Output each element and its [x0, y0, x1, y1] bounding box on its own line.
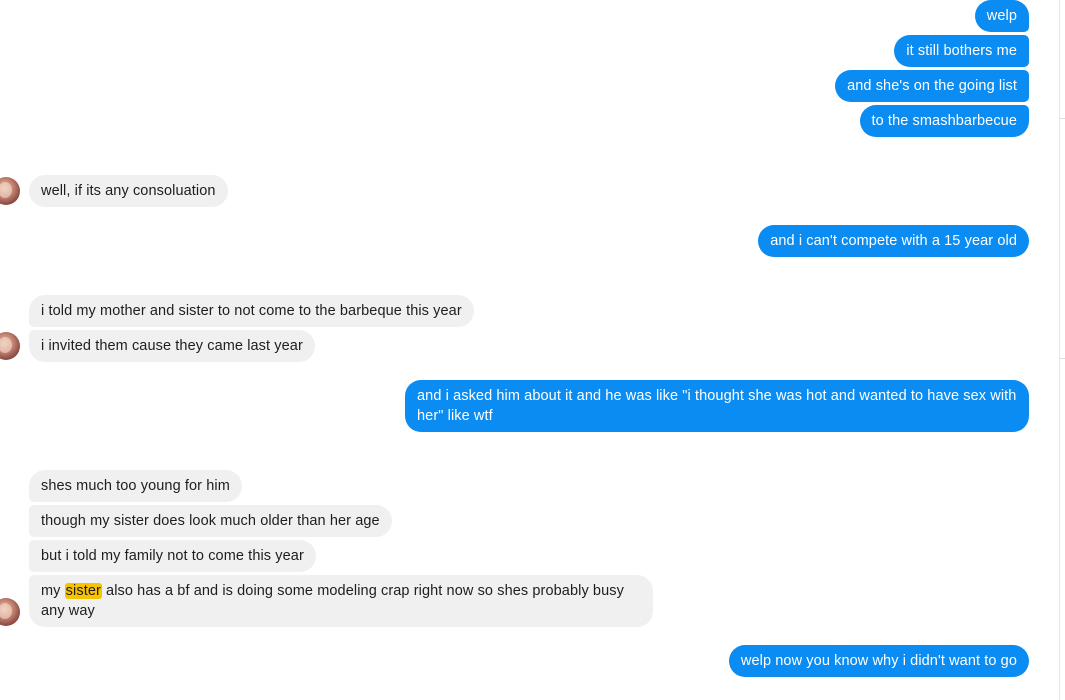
outgoing-message[interactable]: welp [974, 0, 1029, 32]
outgoing-message[interactable]: to the smashbarbecue [859, 105, 1029, 137]
message-text: my [41, 583, 65, 599]
incoming-message[interactable]: but i told my family not to come this ye… [29, 540, 316, 572]
outgoing-message[interactable]: it still bothers me [894, 35, 1029, 67]
search-highlight: sister [64, 583, 102, 599]
incoming-message[interactable]: i invited them cause they came last year [29, 330, 315, 362]
incoming-message[interactable]: my sister also has a bf and is doing som… [29, 575, 653, 627]
incoming-message[interactable]: i told my mother and sister to not come … [29, 295, 474, 327]
incoming-message[interactable]: well, if its any consoluation [29, 175, 228, 207]
conversation-thread: welp it still bothers me and she's on th… [0, 0, 1065, 700]
conversation-scrollbar[interactable] [1059, 0, 1060, 700]
incoming-message[interactable]: though my sister does look much older th… [29, 505, 392, 537]
outgoing-message[interactable]: and i asked him about it and he was like… [405, 380, 1029, 432]
scrollbar-tick [1059, 118, 1065, 119]
contact-avatar[interactable] [0, 598, 20, 626]
incoming-message[interactable]: shes much too young for him [29, 470, 242, 502]
message-text: also has a bf and is doing some modeling… [41, 583, 624, 619]
outgoing-message[interactable]: and she's on the going list [835, 70, 1029, 102]
contact-avatar[interactable] [0, 332, 20, 360]
outgoing-message[interactable]: welp now you know why i didn't want to g… [728, 645, 1029, 677]
contact-avatar[interactable] [0, 177, 20, 205]
scrollbar-tick [1059, 358, 1065, 359]
outgoing-message[interactable]: and i can't compete with a 15 year old [758, 225, 1029, 257]
